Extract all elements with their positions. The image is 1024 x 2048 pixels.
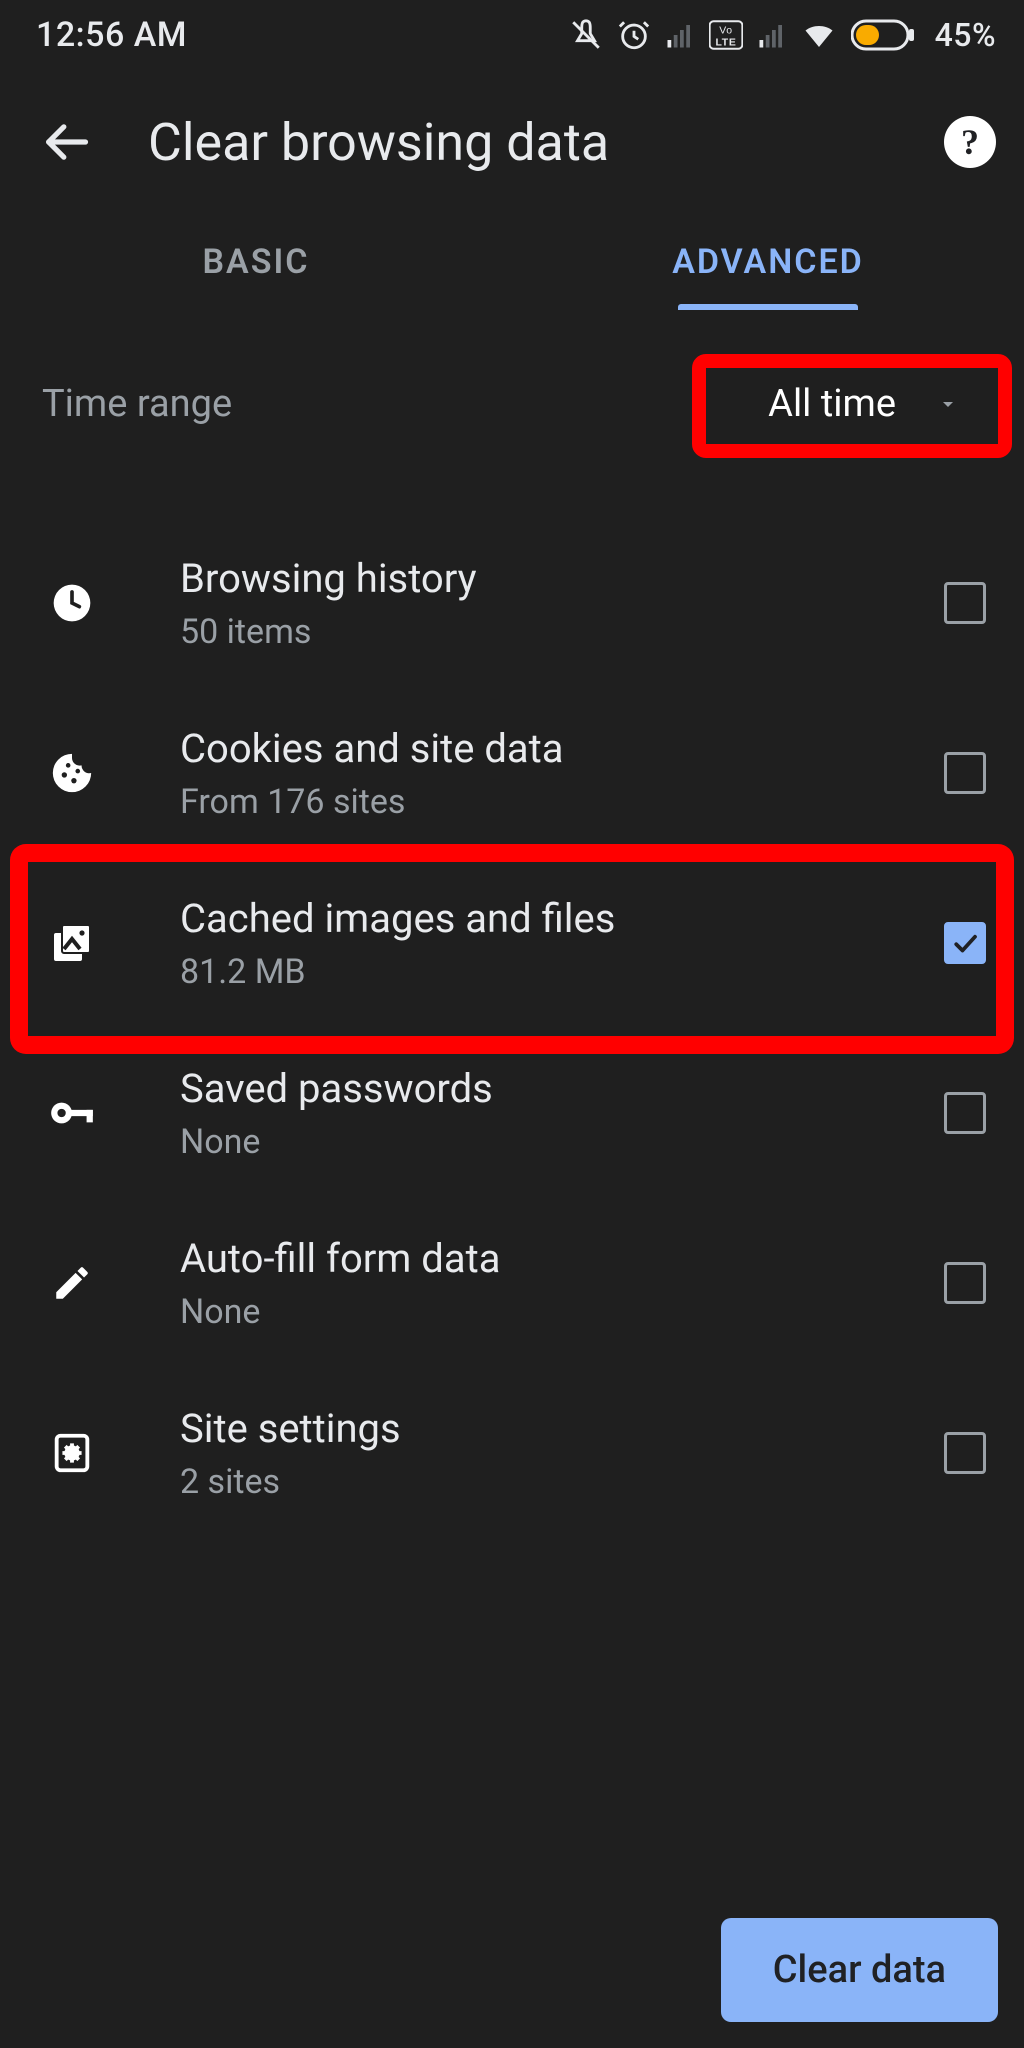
checkbox-history[interactable] [944,582,986,624]
page-title: Clear browsing data [148,112,944,173]
svg-text:LTE: LTE [715,37,736,48]
item-cookies[interactable]: Cookies and site data From 176 sites [0,688,1024,858]
help-icon: ? [961,121,979,163]
item-sub: 81.2 MB [180,952,944,992]
page-gear-icon [42,1430,102,1476]
tab-basic-label: BASIC [202,242,309,282]
status-right: Vo LTE [569,16,996,54]
tab-advanced-label: ADVANCED [672,242,864,282]
arrow-left-icon [40,116,92,168]
item-sub: 50 items [180,612,944,652]
cookie-icon [42,750,102,796]
alarm-icon [617,18,651,52]
time-range-select[interactable]: All time [732,358,996,450]
checkbox-autofill[interactable] [944,1262,986,1304]
pencil-icon [42,1262,102,1304]
time-range-label: Time range [42,382,232,426]
checkbox-cache[interactable] [944,922,986,964]
wifi-icon [801,17,837,53]
status-bar: 12:56 AM [0,0,1024,70]
status-time: 12:56 AM [36,15,187,55]
item-sub: From 176 sites [180,782,944,822]
item-title: Site settings [180,1404,944,1454]
item-title: Auto-fill form data [180,1234,944,1284]
tab-advanced[interactable]: ADVANCED [512,214,1024,310]
item-sub: None [180,1122,944,1162]
volte-icon: Vo LTE [709,20,743,50]
clear-data-button[interactable]: Clear data [721,1918,998,2022]
item-autofill[interactable]: Auto-fill form data None [0,1198,1024,1368]
options-list: Browsing history 50 items Cookies and si… [0,498,1024,1538]
item-title: Cookies and site data [180,724,944,774]
signal-2-icon [757,20,787,50]
back-button[interactable] [34,110,98,174]
help-button[interactable]: ? [944,116,996,168]
item-passwords[interactable]: Saved passwords None [0,1028,1024,1198]
item-sub: 2 sites [180,1462,944,1502]
chevron-down-icon [936,392,960,416]
app-bar: Clear browsing data ? [0,70,1024,214]
time-range-value: All time [768,382,896,426]
clock-icon [42,581,102,625]
tab-basic[interactable]: BASIC [0,214,512,310]
battery-icon [851,18,917,52]
item-cache[interactable]: Cached images and files 81.2 MB [0,858,1024,1028]
image-stack-icon [42,919,102,967]
clear-data-label: Clear data [773,1948,946,1992]
checkbox-site-settings[interactable] [944,1432,986,1474]
tabs: BASIC ADVANCED [0,214,1024,310]
key-icon [42,1088,102,1138]
checkbox-cookies[interactable] [944,752,986,794]
checkbox-passwords[interactable] [944,1092,986,1134]
item-sub: None [180,1292,944,1332]
svg-text:Vo: Vo [719,26,733,37]
signal-1-icon [665,20,695,50]
item-title: Saved passwords [180,1064,944,1114]
item-site-settings[interactable]: Site settings 2 sites [0,1368,1024,1538]
item-browsing-history[interactable]: Browsing history 50 items [0,518,1024,688]
item-title: Cached images and files [180,894,944,944]
item-title: Browsing history [180,554,944,604]
battery-text: 45% [935,16,996,54]
time-range-row: Time range All time [0,310,1024,498]
mute-icon [569,18,603,52]
